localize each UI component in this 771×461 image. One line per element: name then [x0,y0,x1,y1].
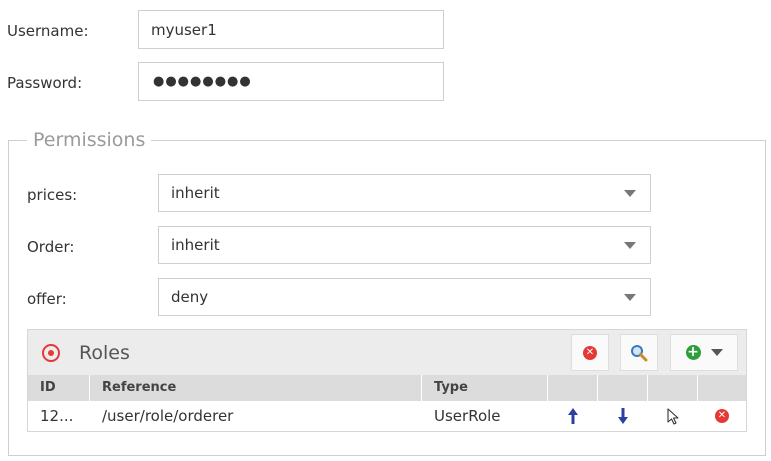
chevron-down-icon [624,294,636,301]
chevron-down-icon [624,242,636,249]
roles-title: Roles [79,342,130,364]
column-header-action-down [598,375,648,401]
permissions-fieldset: Permissions prices: inherit Order: inher… [8,129,766,456]
column-header-type[interactable]: Type [422,375,548,401]
username-input[interactable]: myuser1 [138,10,444,49]
password-value: ●●●●●●●● [153,74,252,89]
magnifier-icon [631,344,648,361]
permission-label-order: Order: [27,238,75,256]
permissions-legend: Permissions [27,129,152,151]
column-header-action-remove [698,375,746,401]
cursor-icon [667,407,679,425]
username-value: myuser1 [151,20,217,39]
role-reference: /user/role/orderer [102,407,234,425]
circle-plus-icon: + [685,344,701,360]
chevron-down-icon [710,349,723,356]
column-header-id[interactable]: ID [28,375,90,401]
permission-label-offer: offer: [27,290,67,308]
add-role-button[interactable]: + [670,334,738,371]
remove-role-button[interactable]: ✕ [698,401,746,431]
arrow-up-icon [568,408,578,424]
role-id: 12... [40,407,74,425]
circle-x-icon: ✕ [583,345,597,360]
permission-select-offer[interactable]: deny [158,278,651,316]
chevron-down-icon [624,190,636,197]
permission-value-order: inherit [171,236,220,254]
permission-label-prices: prices: [27,186,78,204]
target-icon [42,344,60,362]
column-header-reference[interactable]: Reference [90,375,422,401]
password-label: Password: [7,74,83,92]
clear-roles-button[interactable]: ✕ [571,334,609,371]
password-input[interactable]: ●●●●●●●● [138,62,444,101]
username-label: Username: [7,22,89,40]
search-roles-button[interactable] [620,334,658,371]
circle-x-icon: ✕ [715,409,729,423]
roles-table-header: ID Reference Type [28,375,746,401]
move-up-button[interactable] [548,401,598,431]
arrow-down-icon [618,408,628,424]
table-row[interactable]: 12... /user/role/orderer UserRole ✕ [28,401,746,431]
column-header-action-up [548,375,598,401]
permission-value-offer: deny [171,288,209,306]
permission-select-prices[interactable]: inherit [158,174,651,212]
move-down-button[interactable] [598,401,648,431]
roles-header: Roles ✕ + [28,330,746,375]
roles-panel: Roles ✕ + ID Reference Type 12... /user/… [27,329,747,432]
column-header-action-select [648,375,698,401]
permission-value-prices: inherit [171,184,220,202]
role-type: UserRole [434,407,501,425]
permission-select-order[interactable]: inherit [158,226,651,264]
select-role-button[interactable] [648,401,698,431]
